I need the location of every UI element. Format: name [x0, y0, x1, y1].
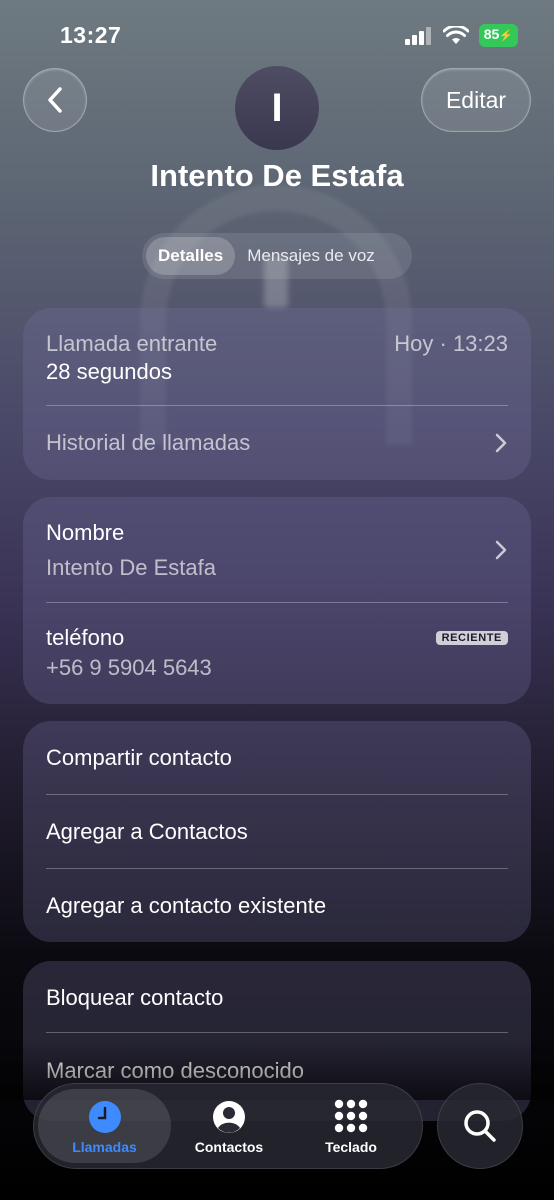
search-button[interactable] [437, 1083, 523, 1169]
tab-details[interactable]: Detalles [146, 237, 236, 275]
tab-contacts-label: Contactos [194, 1139, 264, 1155]
name-row[interactable]: Nombre Intento De Estafa [46, 497, 508, 602]
segmented-control: Detalles Mensajes de voz [142, 233, 412, 279]
divider [46, 868, 508, 869]
charging-icon: ⚡ [499, 30, 513, 42]
back-button[interactable] [23, 68, 87, 132]
keypad-icon [334, 1099, 368, 1133]
add-to-contacts-button[interactable]: Agregar a Contactos [46, 818, 508, 846]
block-contact-button[interactable]: Bloquear contacto [46, 984, 508, 1012]
tab-keypad-label: Teclado [325, 1139, 377, 1155]
clock-icon [89, 1101, 121, 1133]
tab-contacts[interactable]: Contactos [179, 1084, 279, 1168]
contact-actions-card: Compartir contacto Agregar a Contactos A… [23, 721, 531, 942]
share-contact-button[interactable]: Compartir contacto [46, 744, 508, 772]
status-icons: 85⚡ [404, 24, 518, 47]
add-to-existing-button[interactable]: Agregar a contacto existente [46, 892, 508, 920]
person-circle-icon [213, 1101, 245, 1133]
call-time: Hoy · 13:23 [394, 331, 508, 356]
search-icon [464, 1110, 496, 1142]
call-history-label: Historial de llamadas [46, 430, 251, 455]
divider [46, 1032, 508, 1033]
tab-calls-label: Llamadas [72, 1139, 137, 1155]
avatar: I [235, 66, 319, 150]
name-label: Nombre [46, 520, 125, 545]
tab-bar: Llamadas Contactos Teclado [33, 1083, 423, 1169]
call-duration: 28 segundos [46, 359, 172, 384]
battery-indicator: 85⚡ [478, 24, 518, 47]
mark-unknown-button[interactable]: Marcar como desconocido [46, 1057, 508, 1085]
divider [46, 602, 508, 603]
edit-button[interactable]: Editar [421, 68, 531, 132]
tab-voicemail[interactable]: Mensajes de voz [235, 237, 387, 275]
contact-name: Intento De Estafa [150, 158, 404, 193]
battery-level: 85 [483, 26, 500, 42]
contact-info-card: Nombre Intento De Estafa teléfono RECIEN… [23, 497, 531, 704]
tab-calls[interactable]: Llamadas [38, 1084, 171, 1168]
call-history-link[interactable]: Historial de llamadas [46, 406, 508, 480]
tab-keypad[interactable]: Teclado [301, 1084, 401, 1168]
phone-number[interactable]: +56 9 5904 5643 [46, 654, 508, 682]
recent-badge: RECIENTE [435, 631, 508, 645]
chevron-right-icon [495, 433, 507, 453]
divider [46, 794, 508, 795]
signal-icon [404, 26, 431, 45]
recent-call-card: Llamada entrante Hoy · 13:23 28 segundos… [23, 308, 531, 480]
name-value: Intento De Estafa [46, 555, 216, 580]
chevron-left-icon [48, 87, 62, 113]
wifi-icon [442, 26, 469, 44]
chevron-right-icon [495, 540, 507, 560]
status-time: 13:27 [60, 22, 122, 48]
